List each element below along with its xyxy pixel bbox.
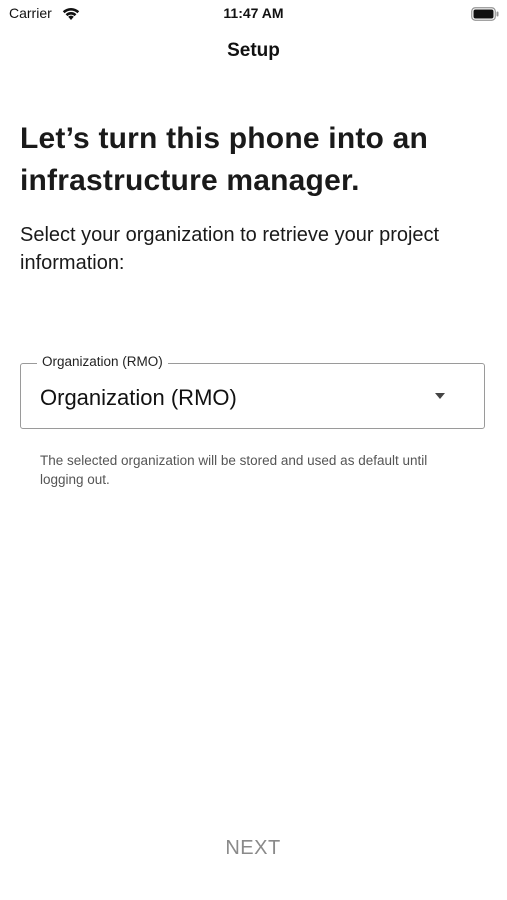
status-time: 11:47 AM — [223, 5, 284, 21]
setup-instructions: Select your organization to retrieve you… — [20, 224, 440, 274]
page-title: Setup — [227, 40, 280, 61]
status-bar: Carrier 11:47 AM — [0, 0, 507, 28]
battery-icon — [471, 7, 499, 21]
organization-helper-text: The selected organization will be stored… — [40, 453, 428, 487]
organization-select[interactable]: Organization (RMO) Organization (RMO) — [20, 354, 485, 429]
setup-headline: Let’s turn this phone into an infrastruc… — [20, 122, 429, 197]
organization-select-value: Organization (RMO) — [40, 385, 237, 410]
organization-select-label: Organization (RMO) — [37, 354, 168, 369]
next-button[interactable]: NEXT — [203, 828, 303, 868]
dropdown-arrow-icon — [435, 393, 445, 399]
